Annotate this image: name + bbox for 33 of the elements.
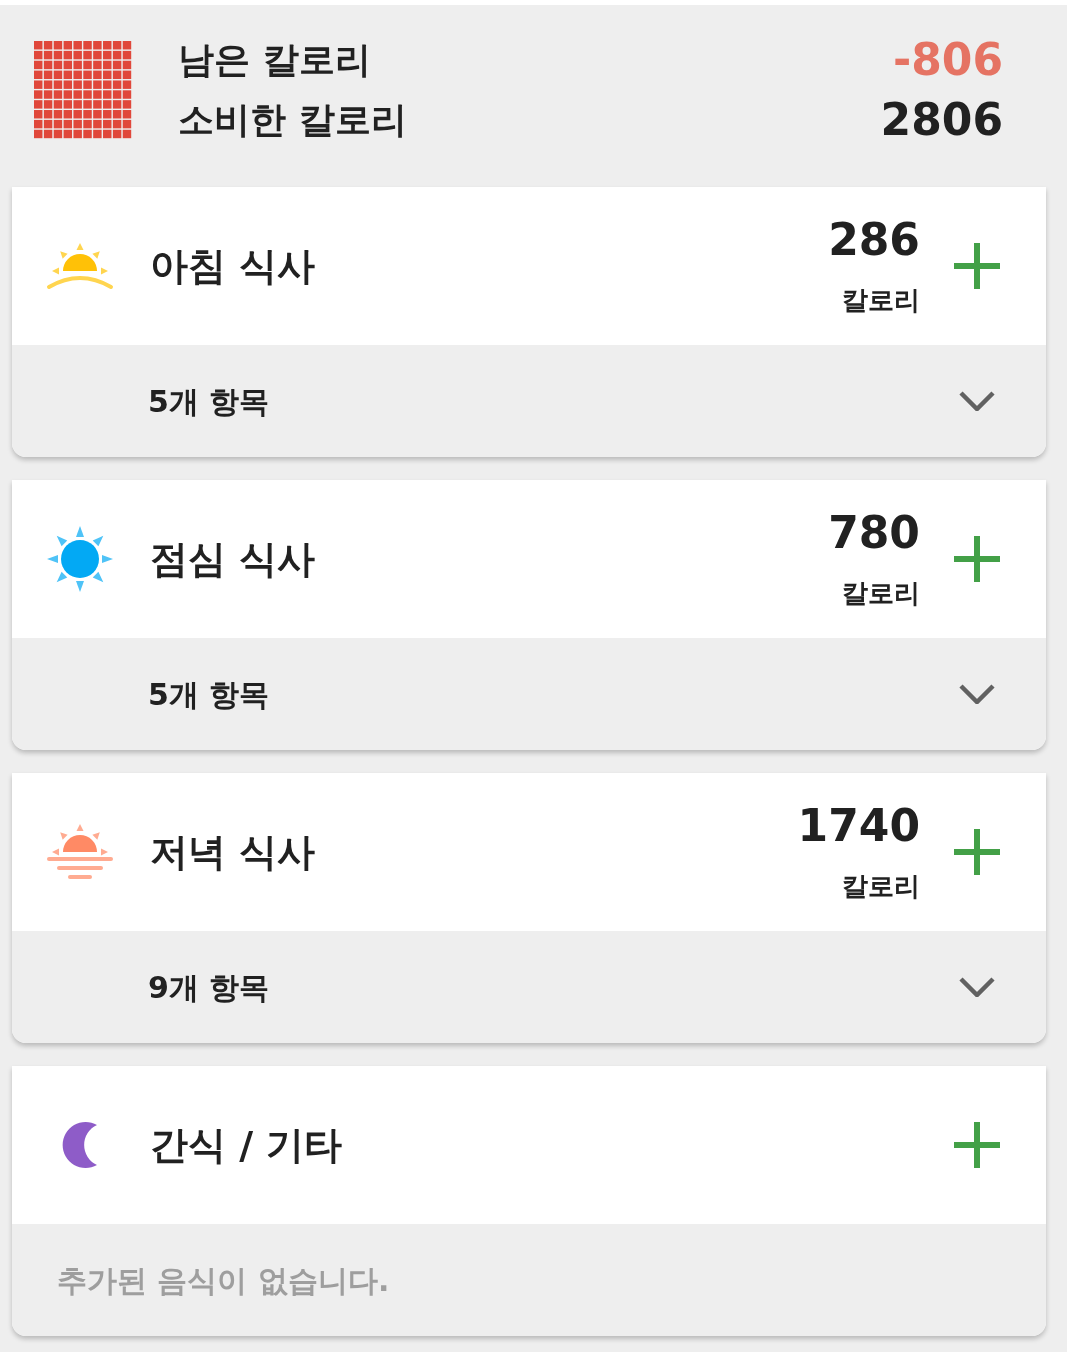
item-count: 9개 항목 bbox=[148, 968, 271, 1007]
summary-label: 소비한 칼로리 bbox=[178, 98, 407, 142]
chevron-icon[interactable] bbox=[959, 684, 995, 704]
add-button[interactable] bbox=[954, 1122, 1000, 1168]
meal-title: 저녁 식사 bbox=[150, 828, 317, 876]
add-button[interactable] bbox=[954, 536, 1000, 582]
sunset-icon bbox=[46, 822, 114, 882]
calorie-unit: 칼로리 bbox=[842, 284, 920, 317]
sun-icon bbox=[46, 525, 114, 593]
item-count: 5개 항목 bbox=[148, 382, 271, 421]
meal-title: 아침 식사 bbox=[150, 242, 317, 290]
plus-icon bbox=[954, 243, 1000, 289]
calorie-unit: 칼로리 bbox=[842, 870, 920, 903]
meal-title: 간식 / 기타 bbox=[150, 1121, 344, 1169]
item-count: 5개 항목 bbox=[148, 675, 271, 714]
empty-message: 추가된 음식이 없습니다. bbox=[57, 1261, 390, 1300]
grid-icon bbox=[34, 41, 132, 139]
add-button[interactable] bbox=[954, 243, 1000, 289]
plus-icon bbox=[954, 536, 1000, 582]
summary-label: 남은 칼로리 bbox=[178, 38, 371, 82]
chevron-icon[interactable] bbox=[959, 977, 995, 997]
plus-icon bbox=[954, 1122, 1000, 1168]
summary-value: 2806 bbox=[880, 93, 1003, 147]
summary-value: -806 bbox=[892, 33, 1003, 87]
calorie-value: 780 bbox=[828, 506, 920, 560]
calorie-value: 286 bbox=[828, 213, 920, 267]
chevron-icon[interactable] bbox=[959, 391, 995, 411]
plus-icon bbox=[954, 829, 1000, 875]
calorie-value: 1740 bbox=[797, 799, 920, 853]
add-button[interactable] bbox=[954, 829, 1000, 875]
crescent-moon-icon bbox=[62, 1122, 98, 1168]
calorie-unit: 칼로리 bbox=[842, 577, 920, 610]
meal-title: 점심 식사 bbox=[150, 535, 317, 583]
